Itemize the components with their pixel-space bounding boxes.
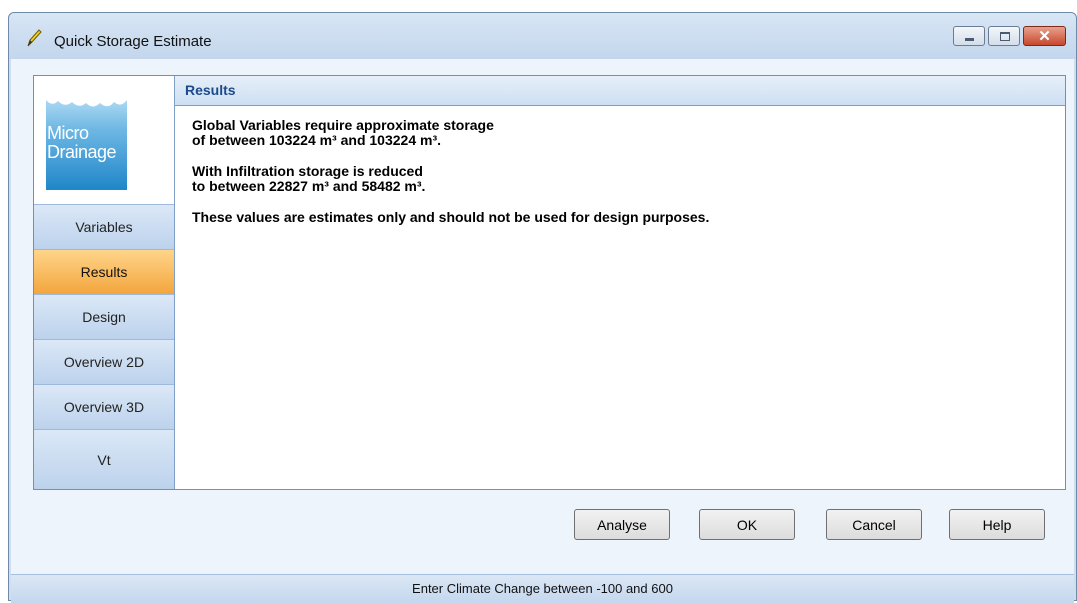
status-bar: Enter Climate Change between -100 and 60…: [11, 574, 1074, 603]
nav-variables[interactable]: Variables: [34, 204, 174, 249]
cloud-icon: [46, 88, 127, 107]
results-panel: Results Global Variables require approxi…: [175, 76, 1065, 489]
results-messages: Global Variables require approximate sto…: [175, 106, 1065, 225]
infiltration-message-line-1: With Infiltration storage is reduced: [192, 163, 423, 179]
nav-overview-3d[interactable]: Overview 3D: [34, 384, 174, 429]
micro-drainage-logo: Micro Drainage: [46, 88, 127, 190]
disclaimer-message-line-1: These values are estimates only and shou…: [192, 209, 710, 225]
logo-area: Micro Drainage: [34, 76, 174, 204]
window-title: Quick Storage Estimate: [54, 33, 212, 50]
close-icon: ✕: [1038, 28, 1051, 45]
logo-line-1: Micro: [47, 123, 89, 143]
title-bar[interactable]: Quick Storage Estimate ✕: [9, 13, 1076, 59]
help-button[interactable]: Help: [949, 509, 1045, 540]
disclaimer-message: These values are estimates only and shou…: [192, 210, 1065, 225]
content-frame: Micro Drainage Variables Results Design …: [33, 75, 1066, 490]
ok-button[interactable]: OK: [699, 509, 795, 540]
nav-design[interactable]: Design: [34, 294, 174, 339]
cancel-button[interactable]: Cancel: [826, 509, 922, 540]
storage-message-line-1: Global Variables require approximate sto…: [192, 117, 494, 133]
infiltration-message-line-2: to between 22827 m³ and 58482 m³.: [192, 178, 426, 194]
logo-line-2: Drainage: [47, 142, 117, 162]
sidebar: Micro Drainage Variables Results Design …: [34, 76, 175, 489]
close-button[interactable]: ✕: [1023, 26, 1066, 46]
dialog-body: Micro Drainage Variables Results Design …: [11, 59, 1074, 603]
infiltration-message: With Infiltration storage is reduced to …: [192, 164, 1065, 194]
maximize-button[interactable]: [988, 26, 1020, 46]
minimize-button[interactable]: [953, 26, 985, 46]
action-buttons: Analyse OK Cancel Help: [11, 509, 1074, 549]
nav-results[interactable]: Results: [34, 249, 174, 294]
panel-header: Results: [175, 76, 1065, 106]
nav-overview-2d[interactable]: Overview 2D: [34, 339, 174, 384]
analyse-button[interactable]: Analyse: [574, 509, 670, 540]
window-controls: ✕: [950, 26, 1066, 46]
nav-vt[interactable]: Vt: [34, 429, 174, 489]
storage-message: Global Variables require approximate sto…: [192, 118, 1065, 148]
pencil-icon: [27, 29, 42, 47]
quick-storage-estimate-window: Quick Storage Estimate ✕ Micro Drainage: [8, 12, 1077, 603]
storage-message-line-2: of between 103224 m³ and 103224 m³.: [192, 132, 441, 148]
